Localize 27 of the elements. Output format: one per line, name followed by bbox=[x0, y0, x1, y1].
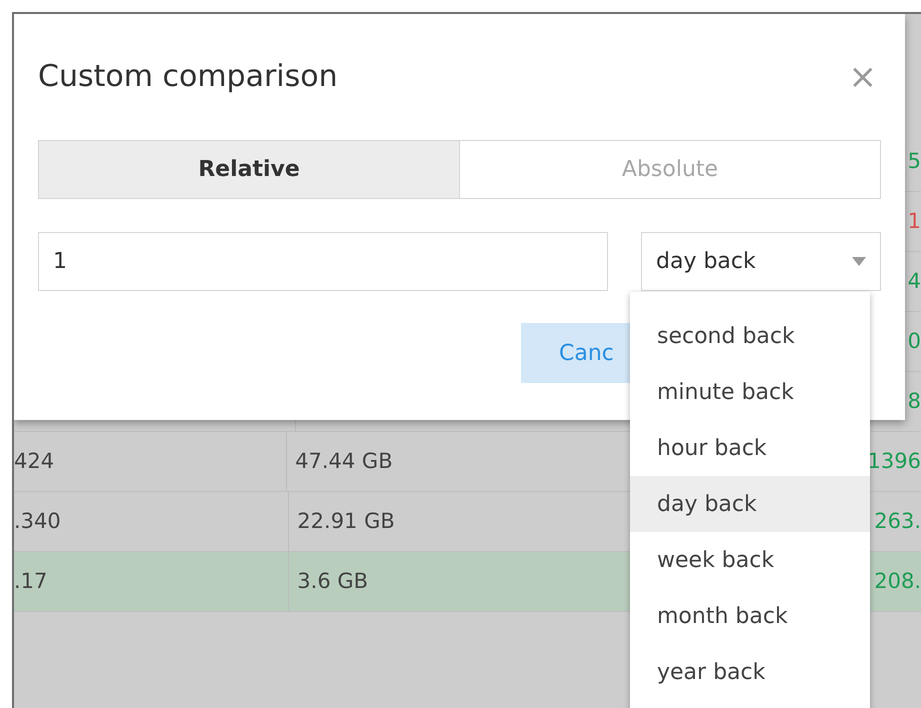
dropdown-item[interactable]: week back bbox=[630, 532, 870, 588]
dropdown-item[interactable]: month back bbox=[630, 588, 870, 644]
dialog-title: Custom comparison bbox=[38, 59, 338, 95]
table-cell-text: 22.91 GB bbox=[297, 508, 395, 535]
number-input[interactable]: 1 bbox=[38, 232, 608, 291]
table-cell: 4 bbox=[908, 268, 921, 293]
table-cell: 1396 bbox=[868, 448, 921, 473]
unit-select[interactable]: day back bbox=[641, 232, 881, 291]
select-value: day back bbox=[656, 248, 756, 276]
caret-icon bbox=[852, 257, 866, 266]
table-cell: 5 bbox=[908, 148, 921, 173]
table-cell-text: .340 bbox=[14, 508, 61, 535]
dropdown-item[interactable]: minute back bbox=[630, 364, 870, 420]
dropdown-item[interactable]: second back bbox=[630, 308, 870, 364]
table-cell-text: 424 bbox=[14, 448, 54, 475]
dropdown-item[interactable]: year back bbox=[630, 644, 870, 700]
table-cell: 208. bbox=[874, 568, 921, 593]
table-cell: 0 bbox=[908, 328, 921, 353]
table-cell-text: 47.44 GB bbox=[295, 448, 393, 475]
table-cell: 8 bbox=[908, 388, 921, 413]
table-cell-text: 3.6 GB bbox=[297, 568, 368, 595]
table-cell: 1 bbox=[908, 208, 921, 233]
dropdown-item[interactable]: hour back bbox=[630, 420, 870, 476]
tab[interactable]: Relative bbox=[39, 141, 459, 198]
dropdown-item[interactable]: day back bbox=[630, 476, 870, 532]
table-cell-text: .17 bbox=[14, 568, 48, 595]
table-cell: 263. bbox=[874, 508, 921, 533]
